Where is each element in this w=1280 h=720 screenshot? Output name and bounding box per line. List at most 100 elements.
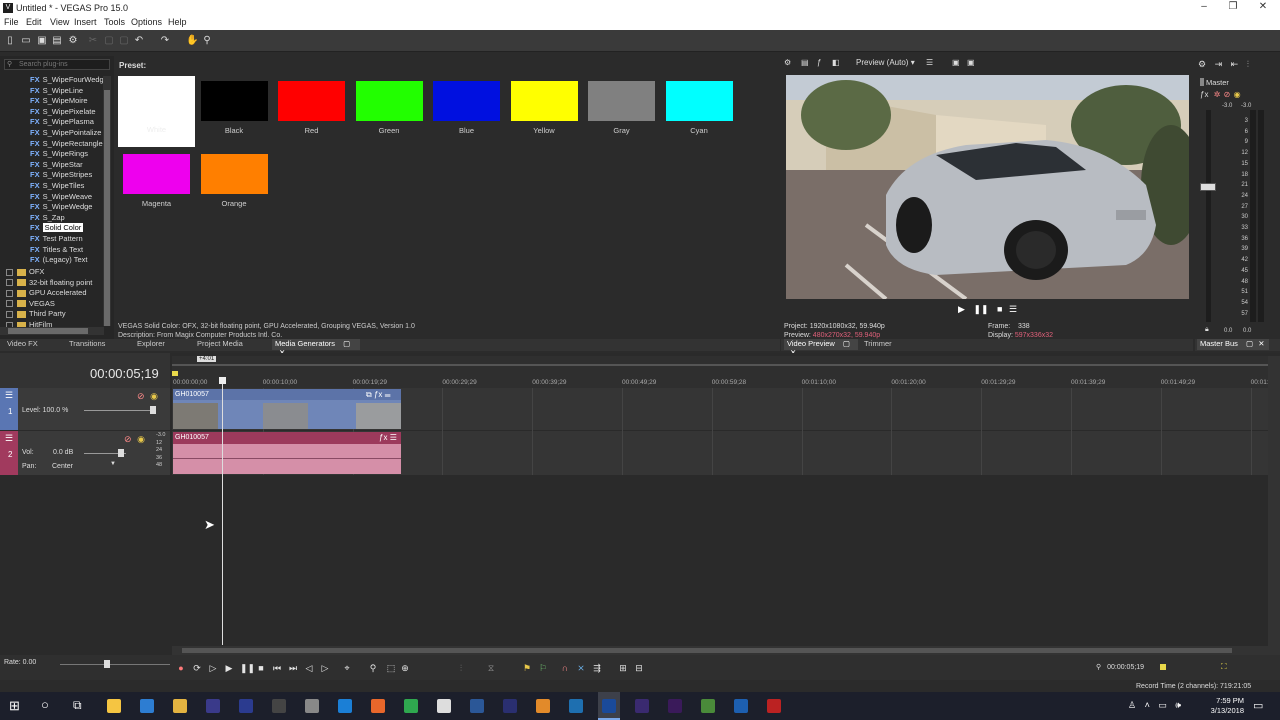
ignore-grouping-icon[interactable]: ⊟: [634, 663, 644, 673]
clock[interactable]: 7:59 PM 3/13/2018: [1204, 696, 1244, 716]
auto-crossfade-icon[interactable]: ⨯: [576, 663, 586, 673]
plugin-folder[interactable]: OFX: [6, 267, 44, 277]
tab-project-media[interactable]: Project Media: [197, 339, 243, 350]
play-from-start-icon[interactable]: ▷: [208, 663, 218, 673]
preset-swatch[interactable]: [118, 76, 195, 147]
plugin-item[interactable]: FX S_WipePlasma: [30, 117, 94, 127]
preset-swatch[interactable]: [665, 81, 733, 121]
expand-icon[interactable]: [6, 268, 13, 276]
plugin-folder[interactable]: GPU Accelerated: [6, 288, 87, 298]
notifications-icon[interactable]: ▭: [1253, 699, 1263, 712]
plugin-item[interactable]: FX S_WipeRectangle: [30, 139, 103, 149]
crop-icon[interactable]: ⧉: [366, 390, 372, 399]
redo-icon[interactable]: ↷: [160, 35, 170, 46]
snapping-icon[interactable]: ∩: [560, 663, 570, 673]
audio-vol-handle[interactable]: [118, 449, 124, 457]
zoom-tool-icon[interactable]: ⊕: [400, 663, 410, 673]
tray-chevron-icon[interactable]: ˄: [1145, 700, 1150, 710]
plugin-item[interactable]: FX Solid Color: [30, 223, 84, 233]
edge-icon[interactable]: [338, 699, 352, 713]
preview-stop-icon[interactable]: ■: [997, 304, 1002, 314]
save-as-icon[interactable]: ▤: [52, 35, 62, 46]
envelope-tool-icon[interactable]: ⚲: [202, 35, 212, 46]
timeline-hscrollbar[interactable]: [172, 646, 1268, 655]
go-to-end-icon[interactable]: ⏭: [288, 663, 298, 673]
plugin-item[interactable]: FX S_WipePointalize: [30, 128, 101, 138]
master-mute-icon[interactable]: ⊘: [1224, 90, 1231, 99]
previous-frame-icon[interactable]: ◁: [304, 663, 314, 673]
pause-icon[interactable]: ❚❚: [240, 663, 255, 673]
selection-tool-icon[interactable]: ⬚: [386, 663, 396, 673]
open-folder-icon[interactable]: ▭: [21, 35, 31, 46]
master-solo-icon[interactable]: ◉: [1234, 90, 1241, 99]
cortana-icon[interactable]: ○: [41, 697, 49, 712]
tab-transitions[interactable]: Transitions: [69, 339, 105, 350]
preview-menu-icon[interactable]: ☰: [1009, 304, 1017, 314]
properties-gear-icon[interactable]: ⚙: [68, 35, 78, 46]
store-icon[interactable]: [140, 699, 154, 713]
preview-settings-icon[interactable]: ⚙: [784, 58, 791, 67]
envelope-edit-tool-icon[interactable]: ⚲: [368, 663, 378, 673]
plugin-item[interactable]: FX S_WipePixelate: [30, 107, 96, 117]
undock-icon[interactable]: ▢: [843, 339, 850, 348]
preset-swatch[interactable]: [588, 81, 655, 121]
close-button[interactable]: ✕: [1256, 1, 1270, 12]
playhead-handle[interactable]: [219, 377, 226, 384]
plugin-item[interactable]: FX Test Pattern: [30, 234, 83, 244]
preset-swatch[interactable]: [123, 154, 190, 194]
plugin-item[interactable]: FX S_WipeWedge: [30, 202, 92, 212]
preview-frame[interactable]: [786, 75, 1189, 299]
master-fader-handle[interactable]: [1200, 183, 1216, 191]
premiere-icon[interactable]: [668, 699, 682, 713]
save-snapshot-icon[interactable]: ▣: [967, 58, 975, 67]
ripple-edit-icon[interactable]: ⇶: [592, 663, 602, 673]
copy-icon[interactable]: ▢: [104, 35, 114, 46]
folder-icon[interactable]: [173, 699, 187, 713]
plugin-item[interactable]: FX S_Zap: [30, 213, 65, 223]
mixer-icon[interactable]: ⫶: [1247, 59, 1249, 69]
blue-app-icon[interactable]: [734, 699, 748, 713]
plugin-item[interactable]: FX S_WipeMoire: [30, 96, 88, 106]
plugin-search-input[interactable]: ⚲ Search plug-ins: [4, 59, 110, 70]
vegas-old-icon[interactable]: [569, 699, 583, 713]
audio-clip[interactable]: GH010057 ƒx ☰: [173, 432, 401, 474]
network-icon[interactable]: ▭: [1158, 700, 1167, 710]
lock-envelopes-icon[interactable]: ⊞: [618, 663, 628, 673]
video-level-slider[interactable]: [84, 410, 156, 411]
mail-icon[interactable]: [437, 699, 451, 713]
pan-arrow-icon[interactable]: ▼: [110, 461, 116, 467]
audition-icon[interactable]: [503, 699, 517, 713]
dim-icon[interactable]: ⇤: [1231, 59, 1239, 69]
green-app-icon[interactable]: [701, 699, 715, 713]
video-track-number[interactable]: ☰ 1: [0, 388, 18, 430]
plugin-item[interactable]: FX (Legacy) Text: [30, 255, 87, 265]
menu-tools[interactable]: Tools: [104, 17, 125, 27]
menu-view[interactable]: View: [50, 17, 69, 27]
preset-swatch[interactable]: [510, 81, 578, 121]
master-settings-icon[interactable]: ✲: [1214, 90, 1221, 99]
master-fader-track[interactable]: [1206, 110, 1211, 322]
plugin-folder[interactable]: Third Party: [6, 309, 66, 319]
expand-icon[interactable]: [6, 279, 13, 287]
tab-master-bus[interactable]: Master Bus ▢ ✕: [1197, 339, 1269, 350]
undock-icon[interactable]: ▢: [343, 339, 350, 348]
split-icon[interactable]: ⫶: [456, 663, 466, 673]
word-icon[interactable]: [470, 699, 484, 713]
trim-icon[interactable]: ⧖: [486, 663, 496, 673]
media-player-icon[interactable]: [272, 699, 286, 713]
maximize-button[interactable]: ❐: [1226, 1, 1240, 12]
menu-help[interactable]: Help: [168, 17, 187, 27]
preset-swatch[interactable]: [355, 81, 423, 121]
region-icon[interactable]: ⚐: [538, 663, 548, 673]
loop-playback-icon[interactable]: ⟳: [192, 663, 202, 673]
clip-menu-icon[interactable]: ☰: [390, 433, 397, 442]
new-project-icon[interactable]: ▯: [5, 35, 15, 46]
loop-start-marker[interactable]: [172, 371, 178, 376]
menu-edit[interactable]: Edit: [26, 17, 42, 27]
preset-swatch[interactable]: [200, 81, 268, 121]
clip-fx-icon[interactable]: ƒx: [379, 433, 387, 442]
davinci-icon[interactable]: [305, 699, 319, 713]
video-mute-icon[interactable]: ⊘: [137, 391, 145, 401]
clip-menu-icon[interactable]: ☰: [385, 390, 391, 399]
video-level-handle[interactable]: [150, 406, 156, 414]
